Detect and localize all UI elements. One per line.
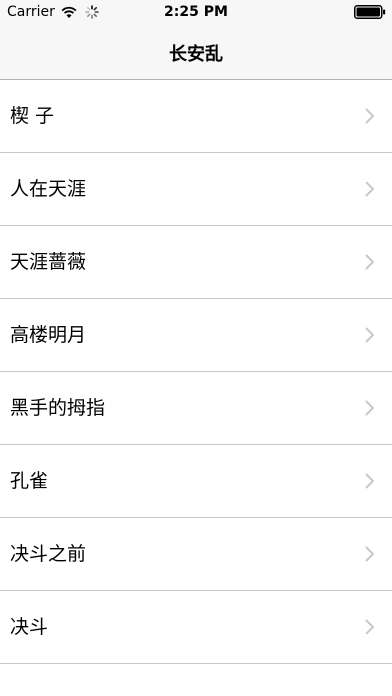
list-item-label: 决斗 <box>10 616 49 638</box>
page-title: 长安乱 <box>169 44 223 65</box>
list-item-label: 天涯蔷薇 <box>10 251 87 273</box>
navigation-bar: 长安乱 <box>0 26 392 80</box>
list-item-label: 黑手的拇指 <box>10 397 106 419</box>
list-item[interactable]: 决斗 <box>0 591 392 664</box>
status-bar: Carrier 2:25 PM <box>0 0 392 26</box>
list-item-label: 楔 子 <box>10 105 55 127</box>
app-screen: Carrier 2:25 PM 长安乱 楔 子 人在天涯 天涯蔷薇 高楼明月 黑… <box>0 0 392 696</box>
list-item-label: 高楼明月 <box>10 324 87 346</box>
chevron-right-icon <box>365 108 374 124</box>
status-time: 2:25 PM <box>164 4 228 20</box>
list-item-label: 人在天涯 <box>10 178 87 200</box>
list-item[interactable]: 决斗之前 <box>0 518 392 591</box>
list-item[interactable]: 人在天涯 <box>0 153 392 226</box>
list-item[interactable]: 天涯蔷薇 <box>0 226 392 299</box>
chevron-right-icon <box>365 327 374 343</box>
chapter-list: 楔 子 人在天涯 天涯蔷薇 高楼明月 黑手的拇指 孔雀 决斗之前 决斗 <box>0 80 392 664</box>
list-item-label: 决斗之前 <box>10 543 87 565</box>
chevron-right-icon <box>365 254 374 270</box>
list-item[interactable]: 孔雀 <box>0 445 392 518</box>
chevron-right-icon <box>365 546 374 562</box>
chevron-right-icon <box>365 473 374 489</box>
chevron-right-icon <box>365 400 374 416</box>
list-item[interactable]: 黑手的拇指 <box>0 372 392 445</box>
chevron-right-icon <box>365 181 374 197</box>
battery-icon <box>354 5 386 19</box>
list-item-label: 孔雀 <box>10 470 49 492</box>
list-item[interactable]: 高楼明月 <box>0 299 392 372</box>
chevron-right-icon <box>365 619 374 635</box>
list-item[interactable]: 楔 子 <box>0 80 392 153</box>
